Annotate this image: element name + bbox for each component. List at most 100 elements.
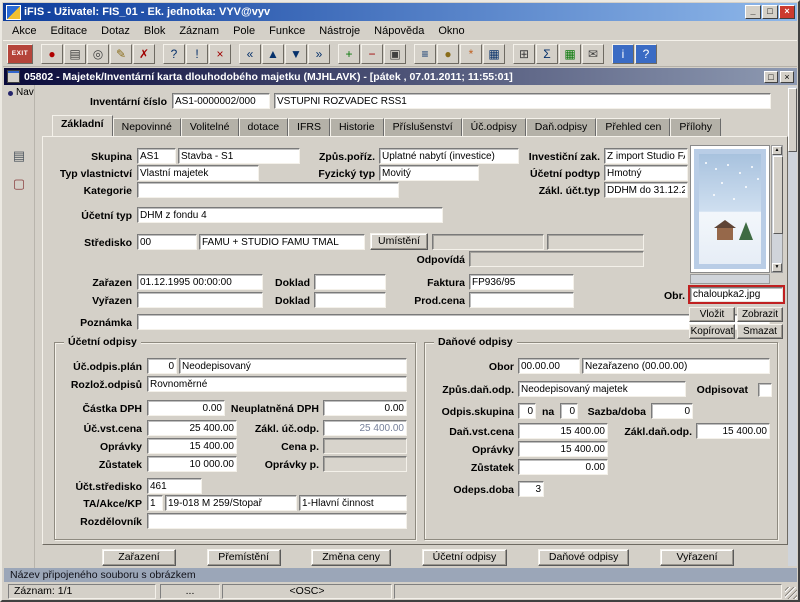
inventory-number-input[interactable] [172,93,270,109]
image-scrollbar-horizontal[interactable] [690,274,770,284]
cena-p-input[interactable] [323,438,407,454]
tab[interactable]: Přehled cen [596,118,670,136]
skupina-name-input[interactable] [178,148,300,164]
vyrazen-input[interactable] [137,292,263,308]
menu-item[interactable]: Akce [5,23,43,39]
na-input[interactable] [560,403,578,419]
doklad-vyrazeni-input[interactable] [314,292,386,308]
menu-item[interactable]: Okno [431,23,471,39]
odeps-doba-input[interactable] [518,481,544,497]
edit-icon[interactable]: ✎ [110,44,132,64]
mail-icon[interactable]: ✉ [582,44,604,64]
resize-grip[interactable] [785,587,797,599]
menu-item[interactable]: Blok [137,23,172,39]
stredisko-code-input[interactable] [137,234,197,250]
typ-vlastnictvi-input[interactable] [137,165,259,181]
uc-odpis-plan-name-input[interactable] [179,358,407,374]
zakl-uct-typ-input[interactable] [604,182,688,198]
attachment-icon[interactable]: * [460,44,482,64]
calendar-icon[interactable]: ▦ [483,44,505,64]
lock-record-icon[interactable]: ● [437,44,459,64]
tab[interactable]: Přílohy [670,118,721,136]
sum-icon[interactable]: Σ [536,44,558,64]
menu-item[interactable]: Editace [43,23,94,39]
form-scrollbar[interactable] [788,86,797,566]
image-scrollbar-vertical[interactable]: ▲ ▼ [771,145,783,273]
enter-query-icon[interactable]: ? [163,44,185,64]
menu-item[interactable]: Dotaz [94,23,137,39]
ta-cinnost-input[interactable] [299,495,407,511]
last-record-icon[interactable]: » [308,44,330,64]
faktura-input[interactable] [469,274,574,290]
obor-code-input[interactable] [518,358,580,374]
calculator-icon[interactable]: ⊞ [513,44,535,64]
tab[interactable]: Daň.odpisy [526,118,597,136]
umisteni-button[interactable]: Umístění [370,233,428,250]
list-values-icon[interactable]: ≡ [414,44,436,64]
menu-item[interactable]: Pole [226,23,262,39]
tab[interactable]: dotace [239,118,289,136]
ucetni-podtyp-input[interactable] [604,165,688,181]
excel-export-icon[interactable]: ▦ [559,44,581,64]
form-scrollbar-thumb[interactable] [788,88,797,152]
doklad-zarazeni-input[interactable] [314,274,386,290]
investicni-zak-input[interactable] [604,148,688,164]
minimize-button[interactable]: _ [745,5,761,19]
sazba-doba-input[interactable] [651,403,693,419]
opravky-p-input[interactable] [323,456,407,472]
print-preview-icon[interactable]: ◎ [87,44,109,64]
tab[interactable]: Základní [52,115,113,136]
tab[interactable]: Nepovinné [113,118,181,136]
scroll-up-icon[interactable]: ▲ [772,146,782,155]
action-button[interactable]: Změna ceny [311,549,391,566]
odpisovat-checkbox[interactable] [758,383,772,397]
umisteni-field-1[interactable] [432,234,544,250]
zakl-dan-odp-input[interactable] [696,423,770,439]
info-icon[interactable]: i [612,44,634,64]
dan-opravky-input[interactable] [518,441,608,457]
scroll-down-icon[interactable]: ▼ [772,263,782,272]
menu-item[interactable]: Funkce [262,23,312,39]
action-button[interactable]: Vyřazení [660,549,734,566]
close-button[interactable]: × [779,5,795,19]
dan-zustatek-input[interactable] [518,459,608,475]
zpus-dan-odp-input[interactable] [518,381,686,397]
image-button[interactable]: Vložit [689,307,735,322]
kategorie-input[interactable] [137,182,399,198]
tab[interactable]: Volitelné [181,118,239,136]
prev-record-icon[interactable]: ▲ [262,44,284,64]
action-button[interactable]: Přemístění [207,549,281,566]
tab[interactable]: Historie [330,118,384,136]
image-button[interactable]: Zobrazit [737,307,783,322]
help-icon[interactable]: ? [635,44,657,64]
inventory-name-input[interactable] [274,93,771,109]
execute-query-icon[interactable]: ! [186,44,208,64]
zarazen-input[interactable] [137,274,263,290]
next-record-icon[interactable]: ▼ [285,44,307,64]
zpus-poriz-input[interactable] [379,148,519,164]
action-button[interactable]: Zařazení [102,549,176,566]
print-icon[interactable]: ▤ [64,44,86,64]
mdi-restore-button[interactable]: □ [764,71,778,83]
poznamka-input[interactable] [137,314,770,330]
uc-odpis-plan-code-input[interactable] [147,358,177,374]
insert-record-icon[interactable]: + [338,44,360,64]
image-button[interactable]: Kopírovat [689,324,735,339]
image-button[interactable]: Smazat [737,324,783,339]
exit-icon[interactable]: EXIT [7,44,33,64]
castka-dph-input[interactable] [147,400,225,416]
menu-item[interactable]: Nástroje [312,23,367,39]
stredisko-name-input[interactable] [199,234,365,250]
ucetni-typ-input[interactable] [137,207,443,223]
cancel-query-icon[interactable]: × [209,44,231,64]
dan-vst-cena-input[interactable] [518,423,608,439]
printer-small-icon[interactable]: ▤ [10,147,28,165]
zakl-uc-odp-input[interactable] [323,420,407,436]
odpovida-input[interactable] [469,251,644,267]
menu-item[interactable]: Nápověda [367,23,431,39]
ta-code-input[interactable] [147,495,163,511]
skupina-code-input[interactable] [137,148,176,164]
uct-stredisko-input[interactable] [147,478,202,494]
rozloz-odpisu-input[interactable] [147,376,407,392]
image-filename-input[interactable] [690,287,783,302]
